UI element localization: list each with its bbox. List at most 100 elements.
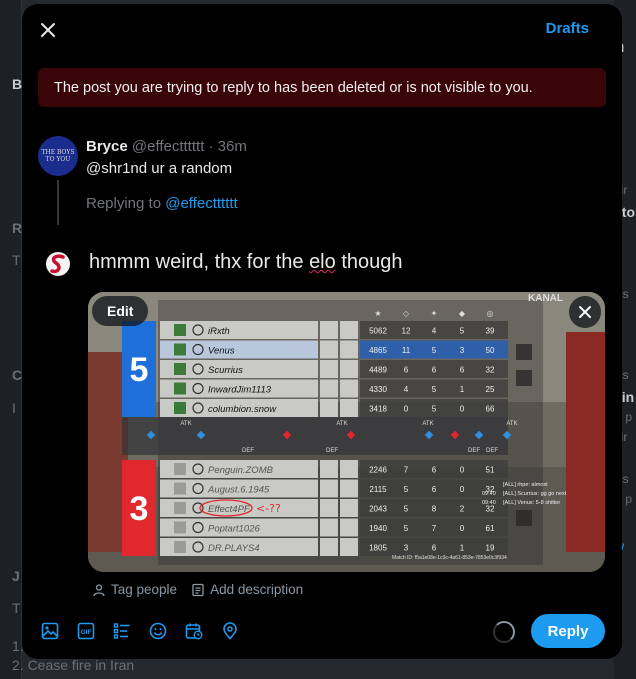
annotation-text: <-?? <box>256 502 281 515</box>
player-stat: 3418 <box>369 405 387 414</box>
attached-image[interactable]: KANAL ★ ◇ ✦ ◆ ◎ 5 iRxth 5062 12 4 5 39 Venus 4865 11 5 3 5… <box>88 292 605 572</box>
reply-modal: Drafts The post you are trying to reply … <box>22 4 622 659</box>
player-stat: 66 <box>486 405 495 414</box>
background-left-column: B R T C I J T 1. <box>0 0 24 679</box>
scoreboard-screenshot: KANAL★ ◇ ✦ ◆ ◎5iRxth 5062 12 4 5 39Venus 4865 11 5 3 5… <box>88 292 605 572</box>
player-mic-cell <box>340 399 358 417</box>
player-mic-cell <box>340 538 358 556</box>
player-stat: 5 <box>404 485 409 494</box>
add-description-button[interactable]: Add description <box>191 582 303 597</box>
player-name: DR.PLAYS4 <box>208 543 260 554</box>
player-stat: 2043 <box>369 505 387 514</box>
player-stat: 0 <box>460 485 465 494</box>
edit-media-button[interactable]: Edit <box>92 296 149 326</box>
reply-button[interactable]: Reply <box>531 614 605 648</box>
bg-letter: R <box>12 220 23 236</box>
player-rank-icon <box>174 402 186 414</box>
player-stat: 4330 <box>369 385 387 394</box>
stat-header-icon: ◇ <box>403 309 410 318</box>
add-emoji-button[interactable] <box>146 619 170 643</box>
remove-media-button[interactable] <box>569 296 601 328</box>
player-stat: 0 <box>460 524 465 533</box>
player-mic-cell <box>340 360 358 378</box>
bg-letter: B <box>12 76 23 92</box>
player-stat: 12 <box>402 327 411 336</box>
schedule-icon <box>185 623 203 640</box>
player-rank-icon <box>174 382 186 395</box>
avatar[interactable]: THE BOYS TO YOU <box>38 136 78 176</box>
player-stat: 4 <box>404 385 409 394</box>
player-stat: 51 <box>486 466 495 475</box>
alert-text: The post you are trying to reply to has … <box>54 79 533 96</box>
image-icon <box>41 622 59 640</box>
player-mic-cell <box>340 518 358 537</box>
player-stat: 32 <box>486 366 495 375</box>
replying-handle-link[interactable]: @effectttttt <box>165 195 237 212</box>
player-stat: 6 <box>460 366 465 375</box>
player-name: columbion.snow <box>208 404 277 415</box>
atk-label: ATK <box>506 421 517 427</box>
operator-right <box>566 332 605 552</box>
user-avatar[interactable] <box>42 248 74 280</box>
player-stat: 4489 <box>369 366 387 375</box>
close-modal-button[interactable] <box>34 16 62 44</box>
player-name: Scurrius <box>208 365 243 376</box>
bg-letter: J <box>12 568 20 584</box>
bg-letter: C <box>12 367 23 383</box>
team-score: 3 <box>130 490 149 528</box>
player-stat: 1805 <box>369 544 387 553</box>
add-gif-button[interactable]: GIF <box>74 619 98 643</box>
compose-input[interactable]: hmmm weird, thx for the elo though <box>89 251 403 274</box>
chat-time: 09:40 <box>482 500 496 506</box>
player-name: Venus <box>208 346 235 357</box>
mute-button <box>516 344 532 360</box>
stat-header-icon: ✦ <box>431 309 438 318</box>
bg-letter: I <box>12 400 16 416</box>
background-trend-text: 2. Cease fire in Iran <box>12 657 135 673</box>
player-chat-cell <box>320 499 338 517</box>
player-name: iRxth <box>208 326 230 337</box>
player-chat-cell <box>320 399 338 417</box>
player-stat: 8 <box>432 505 437 514</box>
spectate-button <box>516 510 532 526</box>
player-stat: 6 <box>432 366 437 375</box>
player-chat-cell <box>320 479 338 498</box>
team-score: 5 <box>130 351 149 389</box>
player-stat: 6 <box>432 485 437 494</box>
player-stat: 5 <box>404 505 409 514</box>
player-stat: 5 <box>432 346 437 355</box>
player-chat-cell <box>320 379 338 398</box>
character-count-ring <box>493 621 515 643</box>
report-button <box>516 370 532 386</box>
chat-line: [ALL] Scurrius: gg go next <box>503 491 567 497</box>
player-stat: 19 <box>486 544 495 553</box>
player-rank-icon <box>174 463 186 475</box>
player-stat: 0 <box>460 405 465 414</box>
def-label: DEF <box>468 448 480 454</box>
player-chat-cell <box>320 321 338 339</box>
compose-text-after: though <box>335 251 403 273</box>
player-stat: 50 <box>486 346 495 355</box>
atk-label: ATK <box>180 421 191 427</box>
svg-text:GIF: GIF <box>81 629 92 636</box>
player-chat-cell <box>320 518 338 537</box>
player-rank-icon <box>174 343 186 356</box>
atk-label: ATK <box>422 421 433 427</box>
add-image-button[interactable] <box>38 619 62 643</box>
tag-people-button[interactable]: Tag people <box>92 582 177 597</box>
drafts-button[interactable]: Drafts <box>546 20 589 37</box>
author-name[interactable]: Bryce <box>86 138 128 155</box>
player-mic-cell <box>340 499 358 517</box>
add-poll-button[interactable] <box>110 619 134 643</box>
schedule-button[interactable] <box>182 619 206 643</box>
close-icon <box>579 306 591 318</box>
player-chat-cell <box>320 538 338 556</box>
player-stat: 1 <box>460 544 465 553</box>
description-icon <box>192 583 204 596</box>
player-stat: 2 <box>460 505 465 514</box>
emoji-icon <box>149 622 167 640</box>
chat-time: 09:40 <box>482 491 496 497</box>
location-button[interactable] <box>218 619 242 643</box>
player-stat: 6 <box>404 366 409 375</box>
player-chat-cell <box>320 460 338 478</box>
